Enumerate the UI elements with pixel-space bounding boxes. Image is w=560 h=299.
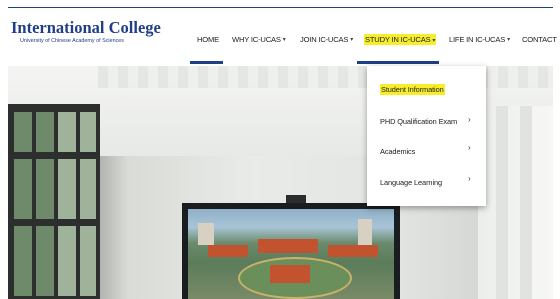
dropdown-item-student-information[interactable]: Student Information xyxy=(380,84,445,95)
nav-home-label: HOME xyxy=(197,34,219,44)
nav-contact-label: CONTACT xyxy=(522,34,557,44)
window-pane xyxy=(58,226,76,296)
logo-subtitle: University of Chinese Academy of Science… xyxy=(20,38,124,44)
nav-why-label: WHY IC-UCAS xyxy=(232,34,281,44)
hero-wall-stripe xyxy=(496,106,508,299)
hero-tv xyxy=(182,203,400,299)
campus-building xyxy=(328,245,378,257)
window-pane xyxy=(36,226,54,296)
window-pane xyxy=(58,112,76,152)
nav-contact[interactable]: CONTACT xyxy=(522,31,557,47)
window-pane xyxy=(80,112,96,152)
campus-building xyxy=(358,219,372,245)
dropdown-item-label: PHD Qualification Exam xyxy=(380,117,458,126)
window-pane xyxy=(14,159,32,219)
dropdown-item-label: Student Information xyxy=(380,84,445,95)
window-pane xyxy=(14,112,32,152)
nav-study-underline xyxy=(357,61,439,64)
dropdown-item-academics[interactable]: Academics xyxy=(380,147,415,156)
hero-window xyxy=(8,104,100,299)
nav-why[interactable]: WHY IC-UCAS ▾ xyxy=(232,31,286,47)
window-pane xyxy=(58,159,76,219)
nav-join-label: JOIN IC-UCAS xyxy=(300,34,349,44)
site-logo[interactable]: International College University of Chin… xyxy=(11,19,161,45)
dropdown-item-label: Language Learning xyxy=(380,178,443,187)
logo-title: International College xyxy=(11,18,161,37)
dropdown-item-phd-qualification-exam[interactable]: PHD Qualification Exam xyxy=(380,117,457,126)
chevron-down-icon: ▾ xyxy=(507,36,510,43)
nav-study-label: STUDY IN IC-UCAS xyxy=(365,34,431,44)
dropdown-item-language-learning[interactable]: Language Learning xyxy=(380,178,442,187)
chevron-down-icon: ▾ xyxy=(282,36,286,43)
window-pane xyxy=(14,226,32,296)
window-pane xyxy=(36,159,54,219)
campus-building xyxy=(198,223,214,245)
window-pane xyxy=(36,112,54,152)
nav-study-highlight: STUDY IN IC-UCAS ▾ xyxy=(364,33,437,45)
campus-building xyxy=(270,265,310,283)
tv-screen-campus-photo xyxy=(188,209,394,299)
window-pane xyxy=(80,159,96,219)
hero-wall-panel xyxy=(478,106,553,299)
nav-life[interactable]: LIFE IN IC-UCAS ▾ xyxy=(449,31,510,47)
campus-building xyxy=(258,239,318,253)
study-dropdown-menu: Student Information PHD Qualification Ex… xyxy=(367,66,486,206)
chevron-down-icon: ▾ xyxy=(432,37,436,44)
nav-join[interactable]: JOIN IC-UCAS ▾ xyxy=(300,31,353,47)
nav-life-label: LIFE IN IC-UCAS xyxy=(449,34,506,44)
nav-home-underline xyxy=(190,61,223,64)
dropdown-item-label: Academics xyxy=(380,147,416,156)
window-pane xyxy=(80,226,96,296)
nav-study[interactable]: STUDY IN IC-UCAS ▾ xyxy=(364,31,437,47)
chevron-down-icon: ▾ xyxy=(350,36,354,43)
chevron-right-icon: › xyxy=(468,174,471,183)
chevron-right-icon: › xyxy=(468,115,471,124)
tv-camera xyxy=(286,195,306,203)
chevron-right-icon: › xyxy=(468,143,471,152)
hero-wall-stripe xyxy=(520,106,532,299)
campus-building xyxy=(208,245,248,257)
nav-home[interactable]: HOME xyxy=(197,31,219,47)
